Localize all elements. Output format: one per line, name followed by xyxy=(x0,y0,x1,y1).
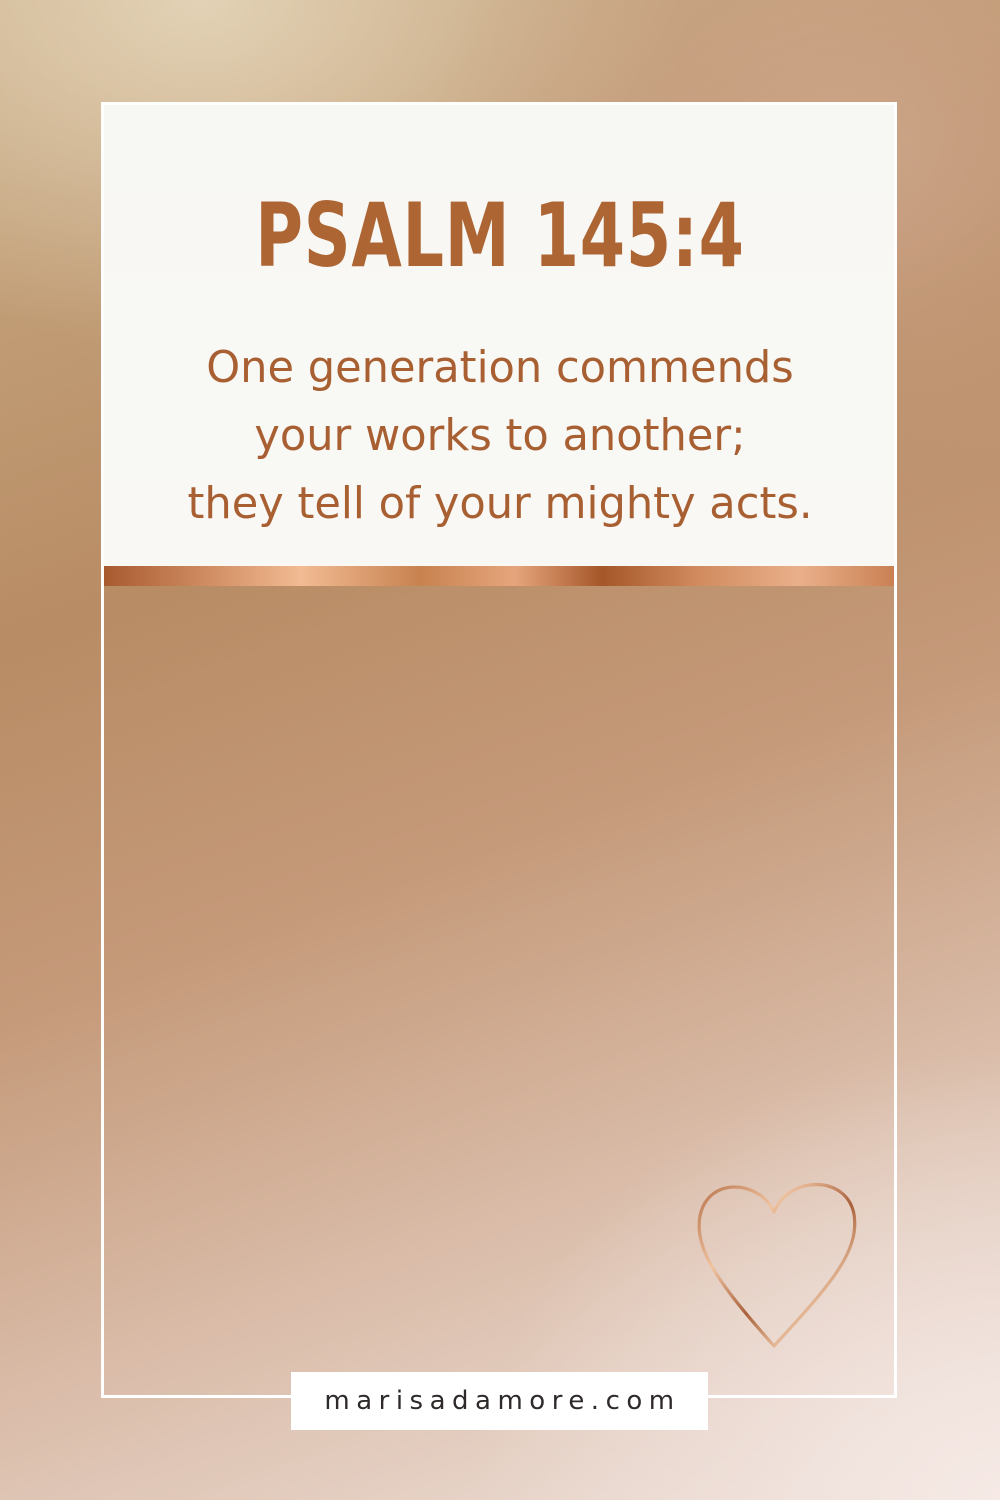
verse-line: they tell of your mighty acts. xyxy=(187,478,813,529)
website-label-box: marisadamore.com xyxy=(291,1372,708,1430)
copper-divider-bar xyxy=(104,566,894,586)
verse-text: One generation commends your works to an… xyxy=(10,334,990,538)
heart-outline-icon xyxy=(697,1182,857,1348)
verse-line: One generation commends xyxy=(206,342,794,393)
verse-line: your works to another; xyxy=(254,410,746,461)
verse-reference-title: PSALM 145:4 xyxy=(255,184,745,287)
website-url[interactable]: marisadamore.com xyxy=(318,1386,680,1416)
